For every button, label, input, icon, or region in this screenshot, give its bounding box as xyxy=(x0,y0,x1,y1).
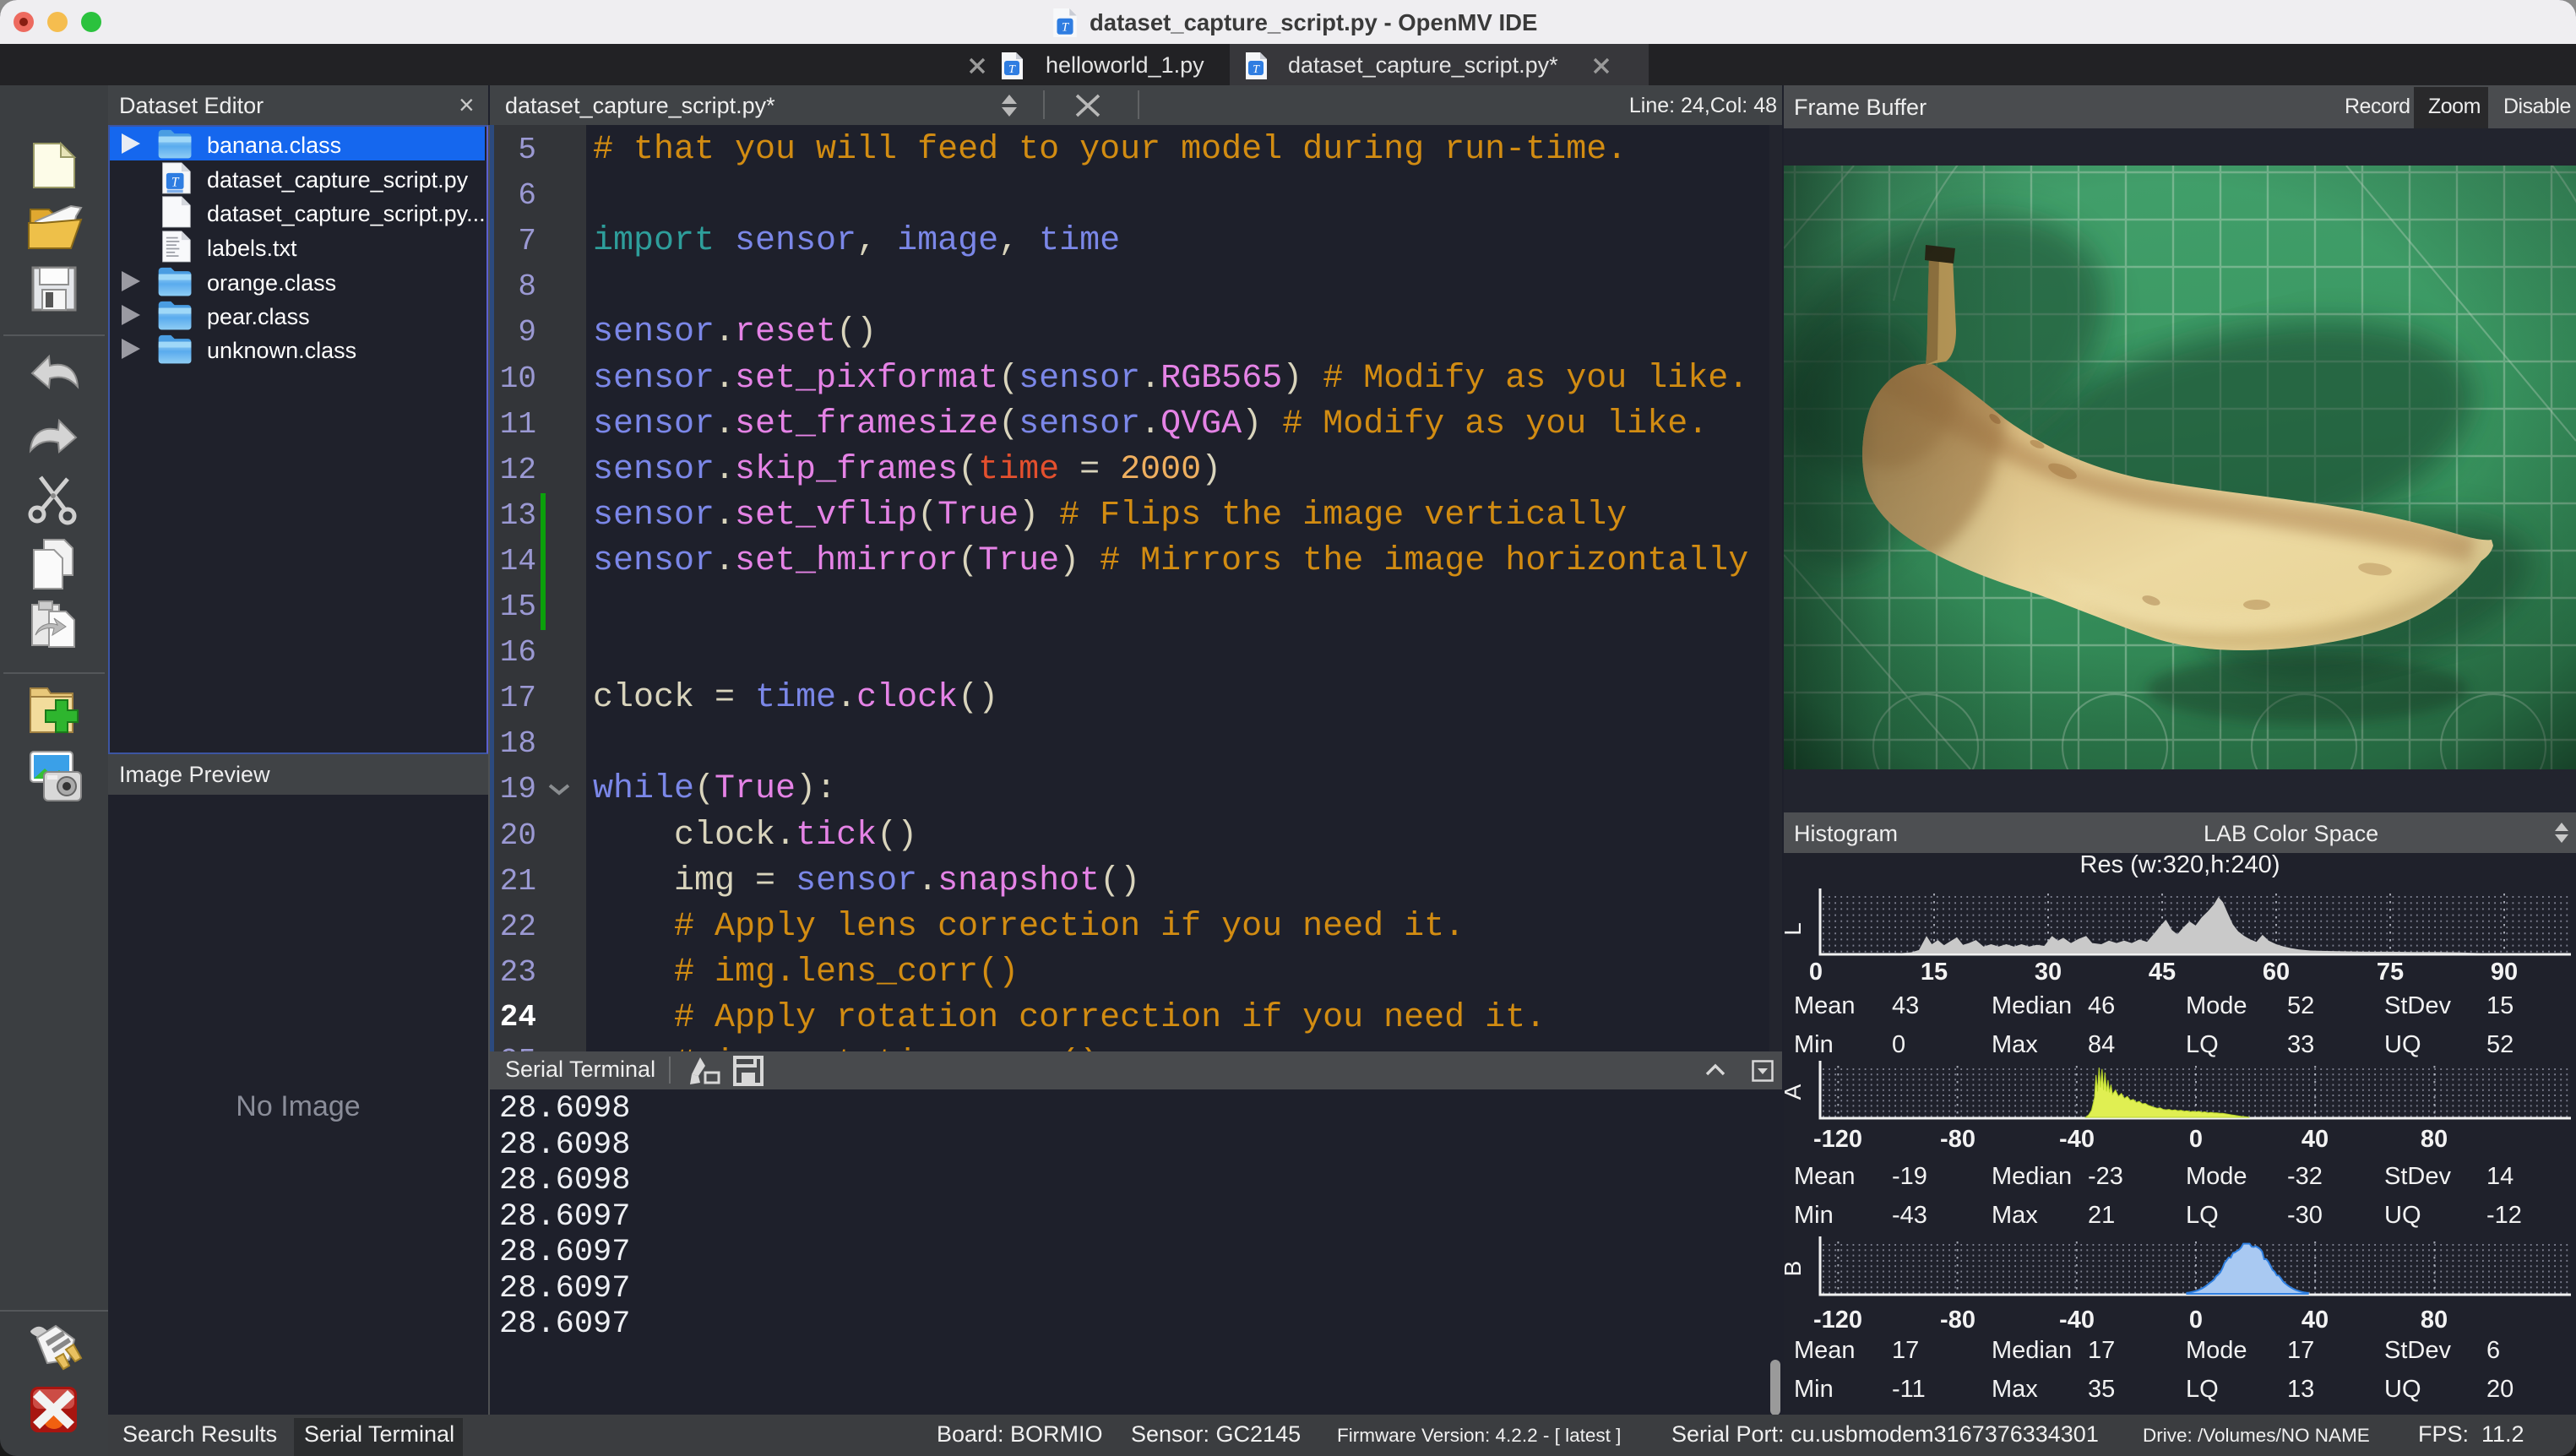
svg-text:Median: Median xyxy=(1992,1163,2072,1190)
svg-text:80: 80 xyxy=(2421,1126,2448,1153)
svg-text:T: T xyxy=(1008,63,1016,76)
svg-text:-80: -80 xyxy=(1940,1307,1975,1334)
svg-text:unknown.class: unknown.class xyxy=(207,338,356,363)
svg-text:Mean: Mean xyxy=(1794,1163,1856,1190)
svg-text:L: L xyxy=(1784,922,1806,936)
svg-text:40: 40 xyxy=(2302,1307,2329,1334)
svg-text:52: 52 xyxy=(2287,992,2314,1019)
svg-text:20: 20 xyxy=(2486,1376,2514,1403)
svg-text:-12: -12 xyxy=(2486,1202,2522,1229)
svg-text:52: 52 xyxy=(2486,1031,2514,1058)
svg-text:30: 30 xyxy=(2035,959,2062,986)
svg-text:-40: -40 xyxy=(2059,1307,2095,1334)
svg-text:0: 0 xyxy=(2189,1126,2203,1153)
svg-text:-23: -23 xyxy=(2088,1163,2123,1190)
svg-text:Max: Max xyxy=(1992,1202,2038,1229)
svg-text:13: 13 xyxy=(2287,1376,2314,1403)
svg-text:43: 43 xyxy=(1892,992,1919,1019)
svg-text:StDev: StDev xyxy=(2384,992,2451,1019)
svg-text:-43: -43 xyxy=(1892,1202,1927,1229)
svg-text:pear.class: pear.class xyxy=(207,304,310,329)
svg-text:90: 90 xyxy=(2491,959,2518,986)
svg-text:UQ: UQ xyxy=(2384,1202,2421,1229)
svg-text:35: 35 xyxy=(2088,1376,2115,1403)
svg-text:15: 15 xyxy=(2486,992,2514,1019)
svg-text:-32: -32 xyxy=(2287,1163,2323,1190)
svg-text:Mode: Mode xyxy=(2186,1163,2247,1190)
svg-text:Min: Min xyxy=(1794,1031,1834,1058)
svg-text:dataset_capture_script.py: dataset_capture_script.py xyxy=(207,167,469,193)
svg-text:LQ: LQ xyxy=(2186,1202,2219,1229)
svg-text:45: 45 xyxy=(2149,959,2176,986)
svg-text:75: 75 xyxy=(2377,959,2404,986)
svg-text:Mean: Mean xyxy=(1794,992,1856,1019)
svg-text:Mean: Mean xyxy=(1794,1337,1856,1364)
svg-text:0: 0 xyxy=(1809,959,1823,986)
svg-text:60: 60 xyxy=(2263,959,2290,986)
svg-text:21: 21 xyxy=(2088,1202,2115,1229)
svg-text:LQ: LQ xyxy=(2186,1031,2219,1058)
svg-text:80: 80 xyxy=(2421,1307,2448,1334)
svg-text:Mode: Mode xyxy=(2186,1337,2247,1364)
svg-text:46: 46 xyxy=(2088,992,2115,1019)
svg-text:15: 15 xyxy=(1921,959,1948,986)
svg-text:17: 17 xyxy=(2088,1337,2115,1364)
svg-text:Max: Max xyxy=(1992,1376,2038,1403)
svg-text:UQ: UQ xyxy=(2384,1031,2421,1058)
svg-text:-120: -120 xyxy=(1813,1307,1862,1334)
svg-text:A: A xyxy=(1784,1084,1806,1100)
svg-text:-120: -120 xyxy=(1813,1126,1862,1153)
svg-text:17: 17 xyxy=(1892,1337,1919,1364)
svg-text:Min: Min xyxy=(1794,1202,1834,1229)
svg-text:0: 0 xyxy=(2189,1307,2203,1334)
svg-text:Median: Median xyxy=(1992,1337,2072,1364)
svg-text:dataset_capture_script.py....: dataset_capture_script.py.... xyxy=(207,201,485,226)
svg-text:StDev: StDev xyxy=(2384,1337,2451,1364)
svg-text:StDev: StDev xyxy=(2384,1163,2451,1190)
svg-text:17: 17 xyxy=(2287,1337,2314,1364)
svg-text:Max: Max xyxy=(1992,1031,2038,1058)
svg-text:-40: -40 xyxy=(2059,1126,2095,1153)
svg-text:-30: -30 xyxy=(2287,1202,2323,1229)
svg-text:LQ: LQ xyxy=(2186,1376,2219,1403)
svg-text:banana.class: banana.class xyxy=(207,133,341,158)
svg-text:UQ: UQ xyxy=(2384,1376,2421,1403)
svg-text:Median: Median xyxy=(1992,992,2072,1019)
svg-text:6: 6 xyxy=(2486,1337,2500,1364)
svg-text:labels.txt: labels.txt xyxy=(207,236,297,261)
svg-text:-19: -19 xyxy=(1892,1163,1927,1190)
svg-text:B: B xyxy=(1784,1261,1806,1277)
svg-text:33: 33 xyxy=(2287,1031,2314,1058)
svg-text:0: 0 xyxy=(1892,1031,1905,1058)
svg-text:40: 40 xyxy=(2302,1126,2329,1153)
svg-text:orange.class: orange.class xyxy=(207,270,336,296)
svg-text:-80: -80 xyxy=(1940,1126,1975,1153)
svg-text:T: T xyxy=(1253,63,1260,76)
svg-text:Min: Min xyxy=(1794,1376,1834,1403)
svg-text:-11: -11 xyxy=(1892,1376,1926,1403)
svg-text:Mode: Mode xyxy=(2186,992,2247,1019)
svg-text:14: 14 xyxy=(2486,1163,2514,1190)
svg-text:84: 84 xyxy=(2088,1031,2115,1058)
